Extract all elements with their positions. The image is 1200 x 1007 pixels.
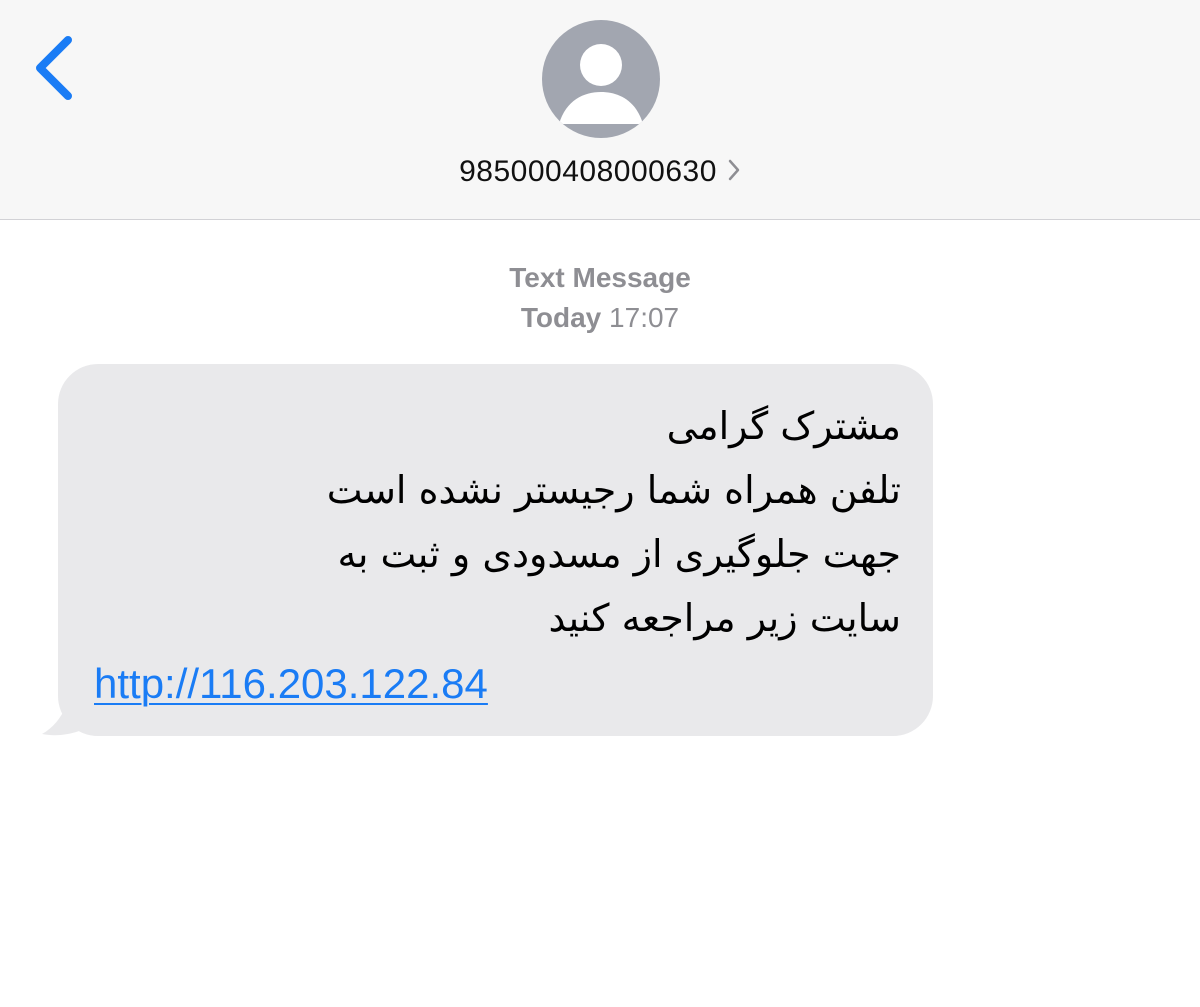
chevron-right-icon bbox=[727, 158, 741, 187]
message-body: مشترک گرامی تلفن همراه شما رجیستر نشده ا… bbox=[101, 394, 901, 650]
message-line: جهت جلوگیری از مسدودی و ثبت به bbox=[337, 532, 901, 576]
back-button[interactable] bbox=[28, 30, 84, 106]
timestamp-time: 17:07 bbox=[609, 302, 680, 333]
message-line: مشترک گرامی bbox=[666, 404, 901, 448]
contact-number: 985000408000630 bbox=[459, 155, 717, 188]
timestamp-day: Today bbox=[520, 302, 602, 333]
contact-avatar[interactable] bbox=[542, 20, 660, 138]
chevron-left-icon bbox=[36, 36, 72, 100]
person-silhouette-icon bbox=[559, 44, 643, 124]
message-timestamp: Today 17:07 bbox=[0, 300, 1200, 336]
message-service-label: Text Message bbox=[509, 262, 691, 293]
conversation-header: 985000408000630 bbox=[0, 0, 1200, 220]
contact-details-button[interactable]: 985000408000630 bbox=[0, 150, 1200, 194]
message-line: سایت زیر مراجعه کنید bbox=[548, 596, 901, 640]
message-line: تلفن همراه شما رجیستر نشده است bbox=[326, 468, 901, 512]
message-link[interactable]: http://116.203.122.84 bbox=[94, 656, 488, 712]
received-message[interactable]: مشترک گرامی تلفن همراه شما رجیستر نشده ا… bbox=[40, 364, 935, 738]
